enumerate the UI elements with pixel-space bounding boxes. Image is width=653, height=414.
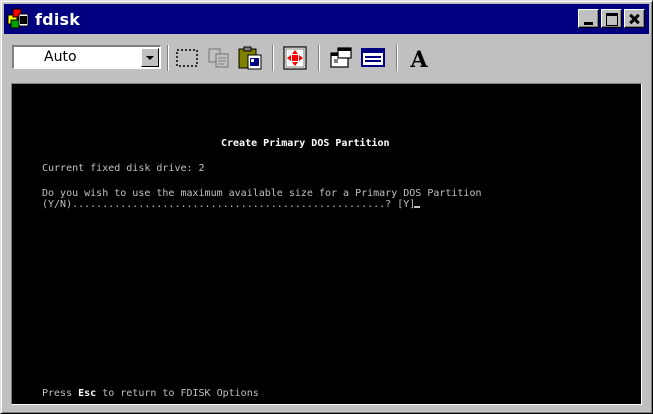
- console-heading: Create Primary DOS Partition: [221, 138, 390, 149]
- font-size-value: Auto: [44, 49, 77, 65]
- background-icon: [361, 48, 385, 67]
- minimize-button[interactable]: [578, 9, 599, 28]
- footer-esc-key: Esc: [78, 388, 97, 399]
- toolbar-separator: [167, 45, 169, 71]
- svg-text:A: A: [409, 47, 428, 72]
- background-button[interactable]: [359, 44, 387, 72]
- text-cursor: [414, 206, 421, 208]
- properties-button[interactable]: [327, 44, 355, 72]
- chevron-down-icon[interactable]: [141, 48, 159, 67]
- full-screen-button[interactable]: [281, 44, 309, 72]
- font-size-select[interactable]: Auto: [12, 45, 161, 69]
- paste-button[interactable]: [236, 44, 264, 72]
- copy-icon: [208, 48, 229, 68]
- full-screen-icon: [283, 46, 307, 70]
- copy-button[interactable]: [205, 44, 233, 72]
- dos-window: fdisk Auto A Create Primary DOS Partitio…: [0, 0, 653, 414]
- font-icon: A: [409, 47, 428, 72]
- toolbar-separator: [396, 45, 398, 71]
- title-bar[interactable]: fdisk: [4, 4, 649, 34]
- toolbar-separator: [272, 45, 274, 71]
- footer-prefix: Press: [42, 388, 79, 399]
- toolbar-separator: [318, 45, 320, 71]
- console-question-line2: (Y/N)...................................…: [42, 199, 421, 210]
- close-button[interactable]: [624, 9, 645, 28]
- console-footer: Press Esc to return to FDISK Options: [42, 388, 259, 399]
- ms-dos-icon[interactable]: [7, 7, 31, 31]
- console-drive-line: Current fixed disk drive: 2: [42, 163, 205, 174]
- console-question-text: (Y/N)...................................…: [42, 199, 416, 210]
- toolbar: Auto A: [4, 39, 649, 77]
- console-question-line1: Do you wish to use the maximum available…: [42, 188, 482, 199]
- console-screen[interactable]: Create Primary DOS Partition Current fix…: [11, 83, 642, 405]
- properties-icon: [330, 47, 352, 68]
- maximize-button[interactable]: [601, 9, 622, 28]
- mark-button[interactable]: [173, 44, 201, 72]
- window-title: fdisk: [35, 9, 81, 29]
- paste-icon: [238, 46, 262, 70]
- mark-icon: [176, 49, 198, 67]
- font-button[interactable]: A: [405, 44, 433, 72]
- footer-suffix: to return to FDISK Options: [96, 388, 259, 399]
